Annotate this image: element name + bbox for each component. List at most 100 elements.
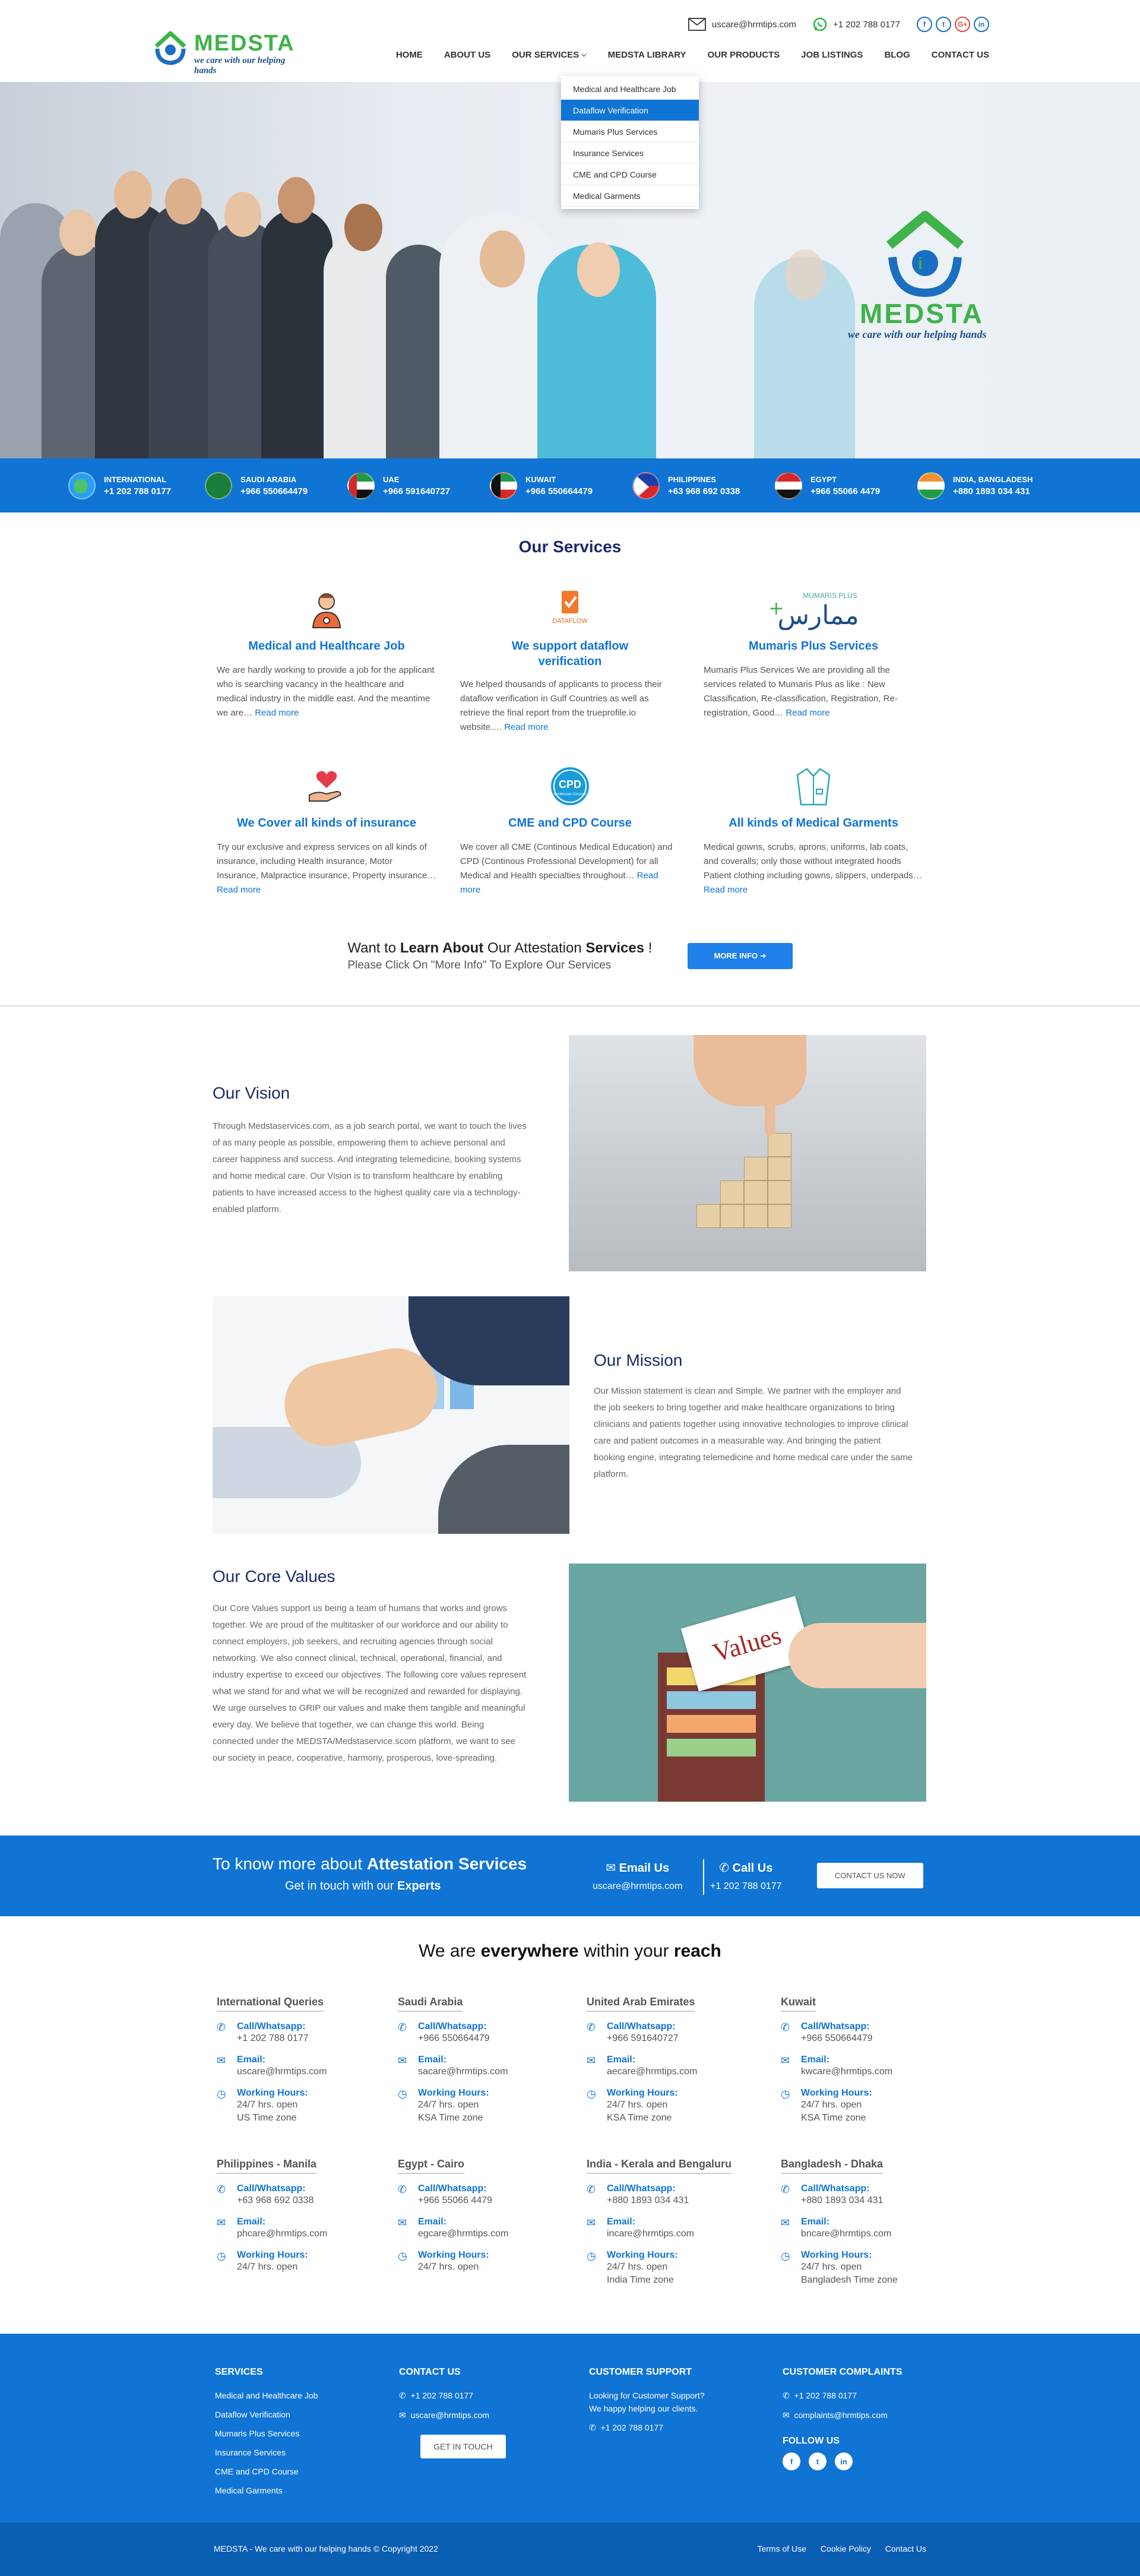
cta-email[interactable]: ✉ Email Us uscare@hrmtips.com: [593, 1860, 682, 1892]
office-phone-label: Call/Whatsapp:: [418, 2021, 487, 2031]
nav-contact-us[interactable]: CONTACT US: [932, 50, 989, 60]
clock-icon: ◷: [587, 2088, 596, 2100]
office-email-row[interactable]: ✉ Email: sacare@hrmtips.com: [398, 2055, 587, 2078]
office-phone-row[interactable]: ✆ Call/Whatsapp: +966 55066 4479: [398, 2183, 587, 2207]
office-email-row[interactable]: ✉ Email: phcare@hrmtips.com: [217, 2217, 398, 2240]
read-more-link[interactable]: Read more: [255, 708, 299, 718]
nav-blog[interactable]: BLOG: [884, 50, 910, 60]
service-title[interactable]: All kinds of Medical Garments: [704, 815, 923, 832]
service-title[interactable]: Mumaris Plus Services: [704, 638, 923, 655]
office-phone-row[interactable]: ✆ Call/Whatsapp: +966 550664479: [781, 2021, 923, 2045]
service-title[interactable]: CME and CPD Course: [460, 815, 680, 832]
facebook-icon[interactable]: f: [783, 2452, 800, 2470]
footer-link[interactable]: Medical Garments: [215, 2486, 318, 2495]
office-email-row[interactable]: ✉ Email: bncare@hrmtips.com: [781, 2217, 923, 2240]
footer-link[interactable]: Medical and Healthcare Job: [215, 2391, 318, 2400]
linkedin-icon[interactable]: in: [974, 17, 989, 32]
read-more-link[interactable]: Read more: [704, 885, 748, 895]
linkedin-icon[interactable]: in: [835, 2452, 853, 2470]
office-email-row[interactable]: ✉ Email: aecare@hrmtips.com: [587, 2055, 781, 2078]
office-phone-row[interactable]: ✆ Call/Whatsapp: +880 1893 034 431: [587, 2183, 781, 2207]
get-in-touch-button[interactable]: GET IN TOUCH: [420, 2435, 506, 2458]
phone-egypt[interactable]: EGYPT +966 55066 4479: [775, 471, 917, 499]
office-name: Saudi Arabia: [398, 1996, 463, 2012]
office-phone-row[interactable]: ✆ Call/Whatsapp: +63 968 692 0338: [217, 2183, 398, 2207]
read-more-link[interactable]: Read more: [217, 885, 261, 895]
cookie-policy-link[interactable]: Cookie Policy: [821, 2544, 871, 2553]
attestation-heading: Want to Learn About Our Attestation Serv…: [347, 940, 652, 957]
more-info-button[interactable]: MORE INFO ➜: [688, 943, 793, 969]
phone-number: +966 550664479: [240, 486, 308, 496]
read-more-link[interactable]: Read more: [504, 722, 548, 732]
footer-link[interactable]: Mumaris Plus Services: [215, 2429, 318, 2438]
cta-call[interactable]: ✆ Call Us +1 202 788 0177: [710, 1860, 782, 1892]
phone-uae[interactable]: UAE +966 591640727: [347, 471, 490, 499]
nav-our-services[interactable]: OUR SERVICES ⌵: [512, 50, 586, 60]
footer-complaints-phone[interactable]: ✆ +1 202 788 0177: [783, 2391, 902, 2401]
office-email-row[interactable]: ✉ Email: incare@hrmtips.com: [587, 2217, 781, 2240]
office-card: International Queries ✆ Call/Whatsapp: +…: [217, 1996, 398, 2134]
twitter-icon[interactable]: t: [809, 2452, 826, 2470]
office-phone-row[interactable]: ✆ Call/Whatsapp: +1 202 788 0177: [217, 2021, 398, 2045]
nav-home[interactable]: HOME: [396, 50, 423, 60]
attestation-banner: Want to Learn About Our Attestation Serv…: [0, 940, 1140, 972]
footer-support-phone[interactable]: ✆ +1 202 788 0177: [589, 2423, 705, 2433]
dropdown-item-insurance[interactable]: Insurance Services: [561, 143, 699, 164]
footer-link[interactable]: Insurance Services: [215, 2448, 318, 2457]
footer-services: SERVICES Medical and Healthcare Job Data…: [215, 2367, 318, 2505]
top-whatsapp[interactable]: +1 202 788 0177: [813, 17, 900, 31]
service-title[interactable]: Medical and Healthcare Job: [217, 638, 436, 655]
office-hours-value: 24/7 hrs. open: [801, 2262, 862, 2272]
office-phone-value: +966 550664479: [801, 2033, 873, 2043]
dropdown-item-mumaris[interactable]: Mumaris Plus Services: [561, 121, 699, 143]
dropdown-item-dataflow[interactable]: Dataflow Verification: [561, 100, 699, 121]
office-email-row[interactable]: ✉ Email: egcare@hrmtips.com: [398, 2217, 587, 2240]
nav-about-us[interactable]: ABOUT US: [444, 50, 490, 60]
terms-of-use-link[interactable]: Terms of Use: [757, 2544, 806, 2553]
dropdown-item-medical-job[interactable]: Medical and Healthcare Job: [561, 78, 699, 100]
svg-text:+: +: [768, 597, 784, 619]
chevron-down-icon: ⌵: [581, 51, 587, 58]
phone-number: +63 968 692 0338: [668, 486, 740, 496]
top-email[interactable]: uscare@hrmtips.com: [688, 18, 796, 31]
contact-us-link[interactable]: Contact Us: [885, 2544, 926, 2553]
contact-us-now-button[interactable]: CONTACT US NOW: [817, 1863, 923, 1888]
footer-complaints-email[interactable]: ✉ complaints@hrmtips.com: [783, 2410, 902, 2420]
dropdown-item-garments[interactable]: Medical Garments: [561, 185, 699, 207]
nav-medsta-library[interactable]: MEDSTA LIBRARY: [608, 50, 686, 60]
twitter-icon[interactable]: t: [936, 17, 951, 32]
phone-india-bangladesh[interactable]: INDIA, BANGLADESH +880 1893 034 431: [917, 471, 1072, 499]
service-title[interactable]: We Cover all kinds of insurance: [217, 815, 436, 832]
footer-link[interactable]: CME and CPD Course: [215, 2467, 318, 2476]
service-card-mumaris: MUMARIS PLUS ممارس + Mumaris Plus Services…: [704, 588, 923, 735]
envelope-icon: ✉: [781, 2055, 790, 2067]
top-email-text: uscare@hrmtips.com: [712, 19, 796, 30]
dropdown-item-cme-cpd[interactable]: CME and CPD Course: [561, 164, 699, 185]
office-email-row[interactable]: ✉ Email: kwcare@hrmtips.com: [781, 2055, 923, 2078]
office-email-row[interactable]: ✉ Email: uscare@hrmtips.com: [217, 2055, 398, 2078]
office-hours-label: Working Hours:: [607, 2250, 678, 2260]
site-logo[interactable]: MEDSTA we care with our helping hands: [151, 29, 306, 75]
office-phone-value: +966 55066 4479: [418, 2195, 493, 2205]
phone-saudi-arabia[interactable]: SAUDI ARABIA +966 550664479: [205, 471, 347, 499]
phone-kuwait[interactable]: KUWAIT +966 550664479: [490, 471, 632, 499]
footer-link[interactable]: Dataflow Verification: [215, 2410, 318, 2419]
facebook-icon[interactable]: f: [917, 17, 932, 32]
phone-philippines[interactable]: PHILIPPINES +63 968 692 0338: [632, 471, 775, 499]
office-hours-value: 24/7 hrs. open: [418, 2100, 479, 2110]
office-phone-row[interactable]: ✆ Call/Whatsapp: +880 1893 034 431: [781, 2183, 923, 2207]
footer-contact-phone[interactable]: ✆ +1 202 788 0177: [399, 2391, 506, 2401]
phone-international[interactable]: INTERNATIONAL +1 202 788 0177: [68, 471, 205, 499]
footer-contact-email[interactable]: ✉ uscare@hrmtips.com: [399, 2410, 506, 2420]
office-name: India - Kerala and Bengaluru: [587, 2158, 732, 2174]
google-plus-icon[interactable]: G+: [955, 17, 970, 32]
nav-job-listings[interactable]: JOB LISTINGS: [801, 50, 863, 60]
clock-icon: ◷: [217, 2088, 226, 2100]
read-more-link[interactable]: Read more: [786, 708, 829, 718]
office-phone-row[interactable]: ✆ Call/Whatsapp: +966 591640727: [587, 2021, 781, 2045]
service-text: We cover all CME (Continous Medical Educ…: [460, 840, 680, 897]
office-phone-row[interactable]: ✆ Call/Whatsapp: +966 550664479: [398, 2021, 587, 2045]
service-title[interactable]: We support dataflow verification: [460, 638, 680, 669]
nav-our-products[interactable]: OUR PRODUCTS: [708, 50, 780, 60]
envelope-icon: ✉: [587, 2217, 596, 2229]
